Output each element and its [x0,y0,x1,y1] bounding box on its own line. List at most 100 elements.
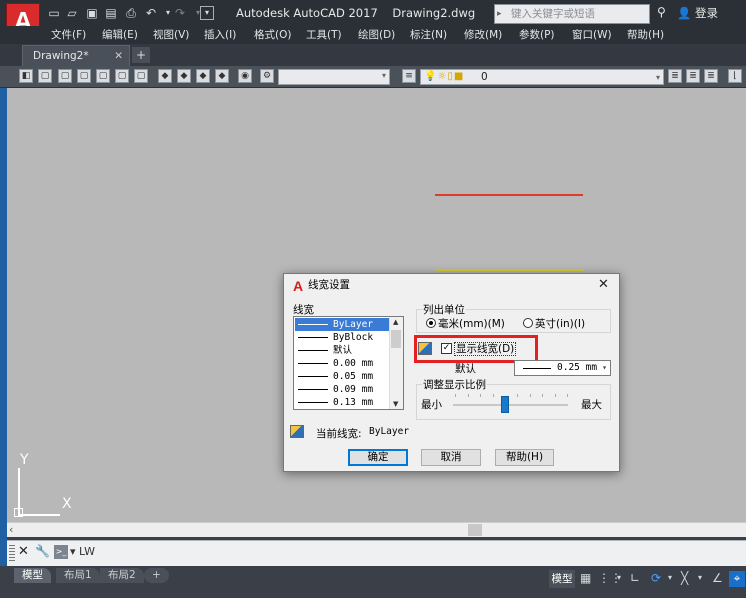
customize-quick-access-icon[interactable]: ▾ [200,6,214,20]
menu-modify[interactable]: 修改(M) [464,26,502,44]
new-tab-button[interactable]: + [132,47,150,63]
view-manager-icon[interactable]: ⚙ [260,69,274,83]
view-left-icon[interactable]: ▢ [77,69,91,83]
chevron-down-icon: ▾ [381,71,386,80]
grip-handle[interactable] [9,545,15,561]
menu-tools[interactable]: 工具(T) [306,26,342,44]
chevron-down-icon[interactable]: ▾ [698,571,702,585]
display-scale-slider[interactable] [453,404,568,406]
chevron-down-icon: ▾ [602,363,607,372]
sign-in-button[interactable]: 👤 登录 [677,4,718,22]
dimension-style-icon[interactable]: ⌊ [728,69,742,83]
ucs-x-axis [18,514,60,516]
scrollbar-thumb[interactable] [391,330,401,348]
layer-properties-icon[interactable]: ≡ [402,69,416,83]
chevron-down-icon[interactable]: ▼ [393,400,398,408]
default-lineweight-dropdown[interactable]: 0.25 mm ▾ [514,360,611,376]
chevron-down-icon[interactable]: ▾ [668,571,672,585]
help-button[interactable]: 帮助(H) [495,449,554,466]
chevron-up-icon[interactable]: ▲ [393,318,398,326]
iso-ne-icon[interactable]: ◆ [196,69,210,83]
iso-sw-icon[interactable]: ◆ [158,69,172,83]
close-icon[interactable]: ✕ [114,46,123,66]
horizontal-scrollbar[interactable]: ‹ [7,522,746,537]
command-line[interactable] [7,540,746,566]
menu-file[interactable]: 文件(F) [51,26,86,44]
model-space-button[interactable]: 模型 [549,570,575,588]
dialog-title: 线宽设置 [308,279,350,291]
lineweight-list[interactable]: ByLayer ByBlock 默认 0.00 mm 0.05 mm 0.09 … [293,316,404,410]
search-input[interactable]: ▸ 键入关键字或短语 [494,4,650,24]
layer-previous-icon[interactable]: ≣ [686,69,700,83]
cancel-button[interactable]: 取消 [421,449,481,466]
slider-thumb[interactable] [501,396,509,413]
menu-format[interactable]: 格式(O) [254,26,291,44]
list-item[interactable]: ByLayer [295,318,389,331]
menu-help[interactable]: 帮助(H) [627,26,664,44]
view-top-icon[interactable]: ▢ [38,69,52,83]
list-item[interactable]: 0.05 mm [295,370,389,383]
radio-mm[interactable] [426,318,436,328]
ortho-icon[interactable]: ∟ [630,571,640,585]
new-icon[interactable]: ▭ [46,5,62,21]
grid-icon[interactable]: ▦ [580,571,591,585]
highlight-annotation-box [414,335,538,363]
scrollbar-thumb[interactable] [468,524,482,536]
close-icon[interactable]: ✕ [598,277,609,292]
radio-inch-label[interactable]: 英寸(in)(I) [535,316,585,331]
view-dropdown[interactable]: ▾ [278,69,390,85]
add-layout-button[interactable]: + [144,568,169,583]
radio-inch[interactable] [523,318,533,328]
binoculars-icon[interactable]: ⚲ [657,5,666,19]
yellow-line-object[interactable] [436,269,584,271]
command-prompt-icon[interactable]: >_ [54,545,68,559]
iso-nw-icon[interactable]: ◆ [215,69,229,83]
view-bottom-icon[interactable]: ▢ [58,69,72,83]
desktop-edge [0,88,7,568]
polar-icon[interactable]: ⟳ [651,571,661,585]
isodraft-icon[interactable]: ╳ [681,571,688,585]
tab-layout2[interactable]: 布局2 [100,568,144,583]
open-icon[interactable]: ▱ [64,5,80,21]
layer-dropdown[interactable]: 💡☼▯■ 0 ▾ [420,69,664,85]
tab-layout1[interactable]: 布局1 [56,568,100,583]
wrench-icon[interactable]: 🔧 [35,544,50,558]
save-icon[interactable]: ▣ [84,5,100,21]
current-lineweight-icon [290,425,304,438]
radio-mm-label[interactable]: 毫米(mm)(M) [438,316,505,331]
undo-icon[interactable]: ↶ [143,5,159,21]
camera-icon[interactable]: ◉ [238,69,252,83]
plot-icon[interactable]: ⎙ [123,5,139,21]
iso-se-icon[interactable]: ◆ [177,69,191,83]
chevron-down-icon[interactable]: ▾ [617,571,621,585]
redo-icon[interactable]: ↷ [172,5,188,21]
list-item[interactable]: 0.00 mm [295,357,389,370]
list-item[interactable]: ByBlock [295,331,389,344]
view-front-icon[interactable]: ▢ [115,69,129,83]
menu-draw[interactable]: 绘图(D) [358,26,395,44]
object-snap-icon[interactable]: ⌖ [729,571,745,587]
menu-view[interactable]: 视图(V) [153,26,189,44]
command-input[interactable]: ▾ LW [70,545,95,559]
scroll-left-icon[interactable]: ‹ [9,523,13,536]
saveas-icon[interactable]: ▤ [103,5,119,21]
list-item[interactable]: 0.09 mm [295,383,389,396]
view-back-icon[interactable]: ▢ [134,69,148,83]
red-line-object[interactable] [435,194,583,196]
layer-current-icon[interactable]: ≣ [668,69,682,83]
ok-button[interactable]: 确定 [348,449,408,466]
menu-dimension[interactable]: 标注(N) [410,26,447,44]
tab-drawing2[interactable]: Drawing2* ✕ [22,45,130,66]
layer-state-icon[interactable]: ≣ [704,69,718,83]
view-icon[interactable]: ◧ [19,69,33,83]
view-right-icon[interactable]: ▢ [96,69,110,83]
menu-insert[interactable]: 插入(I) [204,26,236,44]
close-icon[interactable]: ✕ [18,544,29,559]
list-item[interactable]: 0.13 mm [295,396,389,409]
list-item[interactable]: 默认 [295,344,389,357]
menu-parametric[interactable]: 参数(P) [519,26,555,44]
tab-model[interactable]: 模型 [14,568,51,583]
menu-window[interactable]: 窗口(W) [572,26,612,44]
menu-edit[interactable]: 编辑(E) [102,26,138,44]
object-snap-tracking-icon[interactable]: ∠ [712,571,723,585]
